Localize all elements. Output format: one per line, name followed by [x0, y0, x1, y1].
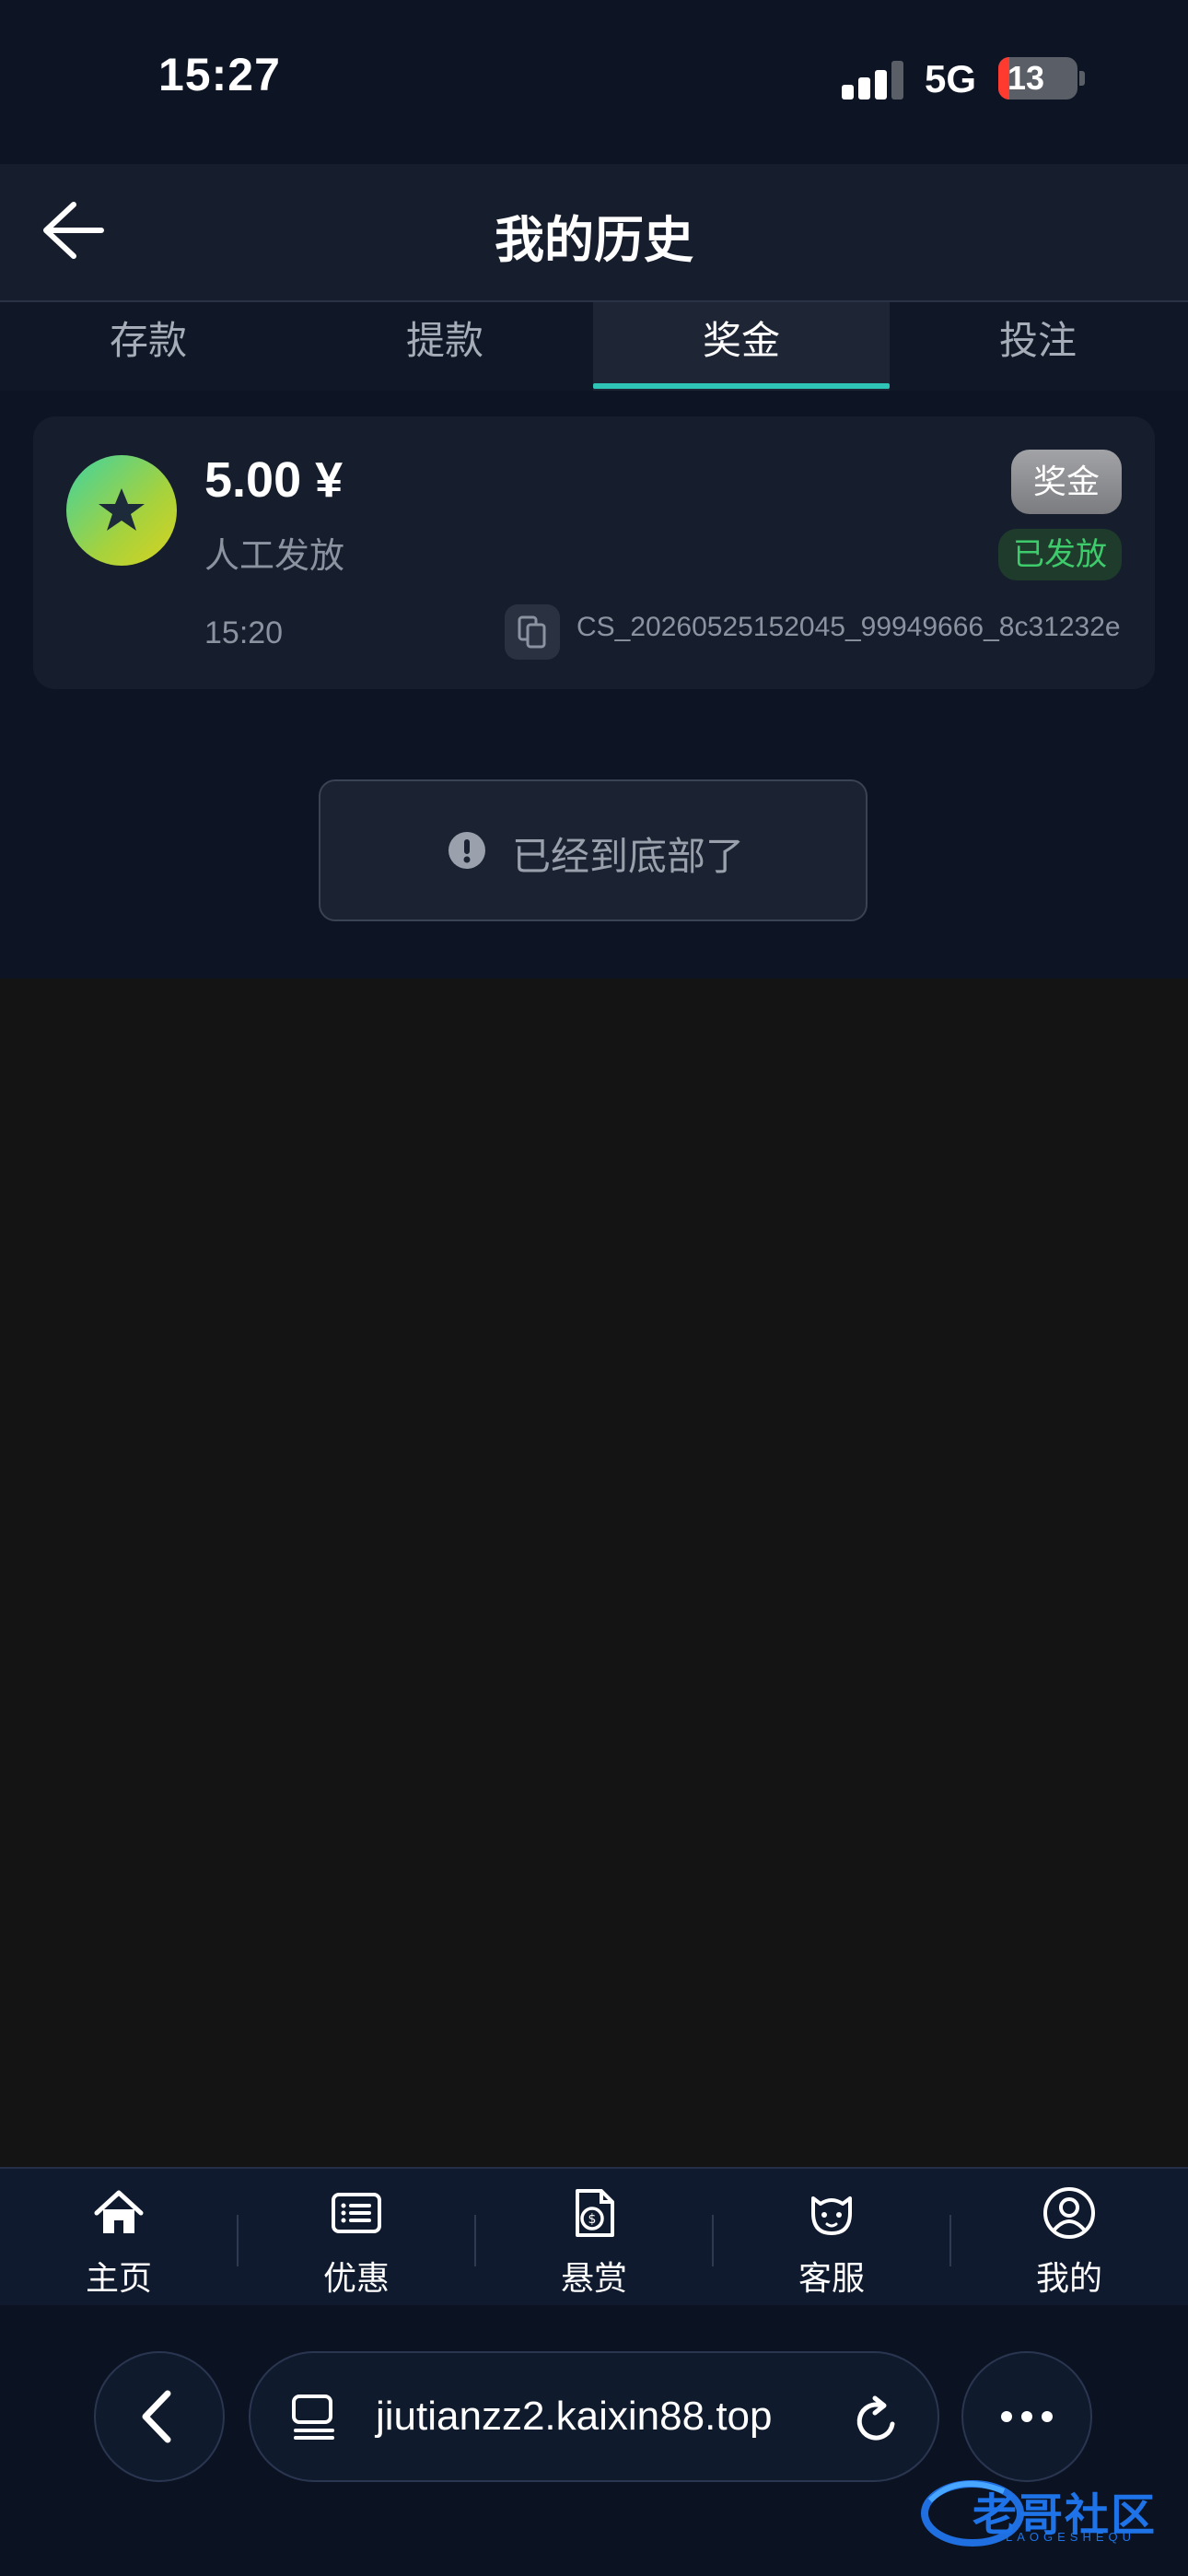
nav-label: 主页	[85, 2259, 152, 2297]
signal-icon	[842, 61, 906, 100]
tab-label: 奖金	[702, 319, 780, 362]
network-type: 5G	[925, 57, 977, 100]
watermark-logo: 老哥社区 LAOGESHEQU	[921, 2473, 1179, 2548]
tab-bonus[interactable]: 奖金	[593, 302, 890, 391]
chevron-left-icon	[142, 2390, 171, 2443]
tabs-icon[interactable]	[291, 2394, 337, 2441]
browser-back-button[interactable]	[94, 2351, 225, 2482]
reload-icon[interactable]	[853, 2394, 901, 2445]
watermark-subtext: LAOGESHEQU	[1006, 2530, 1136, 2544]
home-icon	[94, 2190, 144, 2233]
tab-deposit[interactable]: 存款	[0, 302, 297, 391]
battery-level: 13	[1007, 59, 1045, 97]
nav-item-support[interactable]: 客服	[713, 2169, 950, 2307]
history-record-card[interactable]	[33, 416, 1155, 689]
user-icon	[1043, 2187, 1095, 2239]
customer-service-icon	[811, 2196, 852, 2235]
list-icon	[332, 2193, 381, 2233]
copy-icon	[518, 615, 546, 649]
tab-bets[interactable]: 投注	[890, 302, 1186, 391]
status-time: 15:27	[158, 49, 281, 100]
nav-item-home[interactable]: 主页	[0, 2169, 238, 2307]
tab-label: 存款	[109, 319, 187, 362]
nav-item-rewards[interactable]: $ 悬赏	[475, 2169, 713, 2307]
status-badge: 已发放	[998, 529, 1122, 580]
exclamation-icon	[448, 832, 485, 869]
tab-withdraw[interactable]: 提款	[297, 302, 593, 391]
nav-label: 客服	[798, 2259, 865, 2297]
bonus-avatar	[66, 455, 177, 566]
battery-tip	[1079, 71, 1085, 86]
nav-label: 优惠	[322, 2259, 390, 2297]
url-text: jiutianzz2.kaixin88.top	[376, 2394, 773, 2439]
bottom-nav: 主页 优惠 $ 悬赏 客服 我的	[0, 2167, 1188, 2307]
tab-label: 提款	[405, 319, 483, 362]
coin-document-icon: $	[576, 2189, 614, 2237]
record-description: 人工发放	[204, 537, 345, 576]
nav-label: 我的	[1035, 2259, 1102, 2297]
record-time: 15:20	[204, 615, 284, 650]
copy-button[interactable]	[505, 604, 560, 660]
order-id: CS_20260525152045_99949666_8c31232e	[577, 612, 1121, 642]
type-badge: 奖金	[1011, 450, 1122, 514]
nav-label: 悬赏	[560, 2259, 627, 2297]
page-title: 我的历史	[495, 213, 693, 268]
tab-label: 投注	[998, 319, 1077, 362]
nav-item-promotions[interactable]: 优惠	[238, 2169, 475, 2307]
tab-bar: 存款 提款 奖金 投注	[0, 302, 1188, 391]
nav-item-profile[interactable]: 我的	[950, 2169, 1188, 2307]
svg-text:$: $	[588, 2212, 597, 2227]
browser-more-button[interactable]	[961, 2351, 1092, 2482]
star-icon	[99, 488, 145, 531]
battery-icon: 13	[998, 57, 1077, 100]
end-of-list-text: 已经到底部了	[512, 835, 745, 878]
more-icon	[1001, 2411, 1053, 2422]
tab-active-indicator	[593, 383, 890, 389]
record-amount: 5.00 ¥	[204, 452, 344, 508]
